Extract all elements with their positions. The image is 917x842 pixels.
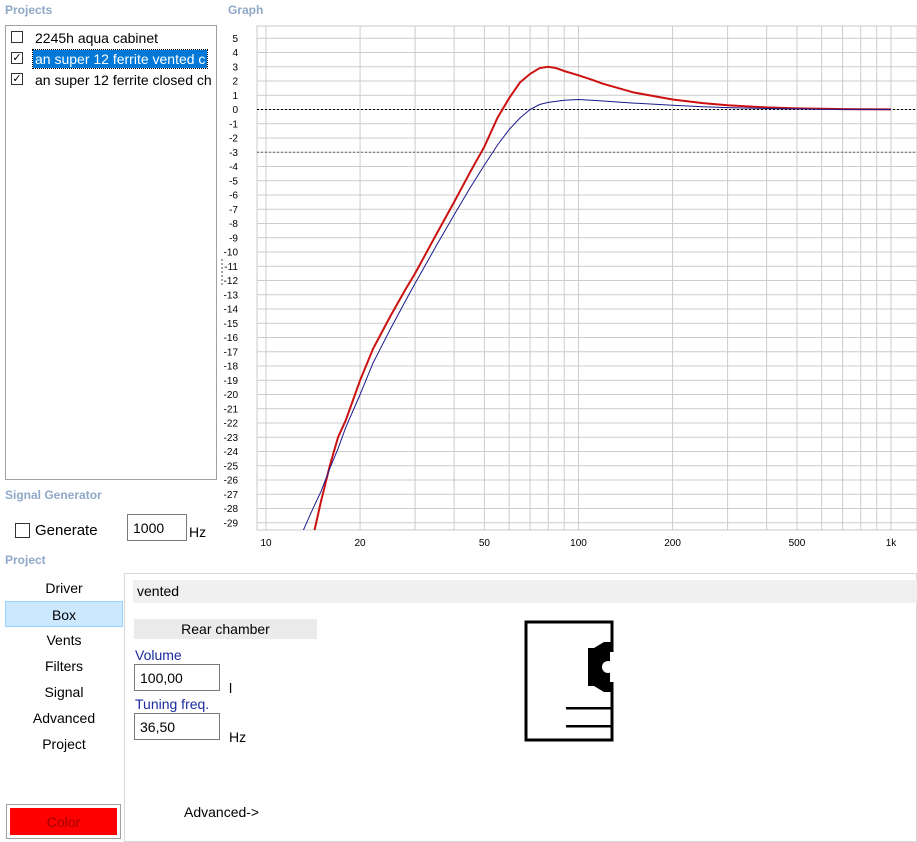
rear-chamber-button[interactable]: Rear chamber — [134, 619, 317, 639]
y-tick-label: -12 — [224, 276, 239, 287]
y-tick-label: -11 — [224, 262, 238, 273]
y-tick-label: -13 — [224, 290, 239, 301]
advanced-link[interactable]: Advanced-> — [184, 804, 259, 820]
tuning-freq-input[interactable] — [134, 713, 220, 740]
y-tick-label: -17 — [224, 347, 239, 358]
y-tick-label: -27 — [224, 490, 239, 501]
y-tick-label: 4 — [232, 48, 238, 59]
y-tick-label: -24 — [224, 447, 239, 458]
y-tick-label: -25 — [224, 461, 239, 472]
project-label: an super 12 ferrite vented c — [31, 49, 209, 69]
y-tick-label: -8 — [229, 219, 238, 230]
box-diagram — [524, 620, 614, 742]
y-tick-label: -5 — [229, 176, 238, 187]
plot-area — [256, 25, 917, 531]
x-tick-label: 200 — [664, 538, 681, 549]
y-tick-label: 3 — [232, 62, 238, 73]
y-tick-label: 1 — [232, 91, 238, 102]
project-nav: Driver Box Vents Filters Signal Advanced Proje… — [5, 575, 123, 757]
project-list-item[interactable]: ✓ an super 12 ferrite closed ch — [6, 70, 218, 90]
y-tick-label: -20 — [224, 390, 239, 401]
project-label: 2245h aqua cabinet — [35, 30, 158, 46]
project-checkbox[interactable]: ✓ — [11, 52, 23, 64]
y-tick-label: 2 — [232, 77, 238, 88]
x-tick-label: 500 — [789, 538, 806, 549]
generator-frequency-input[interactable] — [127, 514, 187, 541]
vent-port-top-wall — [566, 707, 612, 710]
x-tick-label: 1k — [886, 538, 898, 549]
speaker-driver-icon — [588, 642, 614, 692]
x-tick-label: 50 — [479, 538, 491, 549]
generate-checkbox[interactable] — [15, 523, 30, 538]
y-tick-label: -16 — [224, 333, 239, 344]
generate-label: Generate — [35, 522, 98, 539]
y-tick-label: -28 — [224, 504, 239, 515]
project-list-item[interactable]: ✓ an super 12 ferrite vented c — [6, 49, 218, 69]
signal-generator-title: Signal Generator — [5, 488, 102, 502]
nav-item-driver[interactable]: Driver — [5, 575, 123, 601]
y-tick-label: -23 — [224, 433, 239, 444]
y-tick-label: -26 — [224, 476, 239, 487]
box-panel: vented Rear chamber Volume l Tuning freq… — [124, 573, 917, 842]
projects-list[interactable]: 2245h aqua cabinet ✓ an super 12 ferrite v… — [5, 25, 217, 480]
x-tick-label: 10 — [260, 538, 272, 549]
tuning-freq-label: Tuning freq. — [135, 696, 210, 712]
nav-item-project[interactable]: Project — [5, 731, 123, 757]
color-button[interactable]: Color — [6, 804, 121, 839]
nav-item-box[interactable]: Box — [5, 601, 123, 627]
y-tick-label: 5 — [232, 34, 238, 45]
volume-input[interactable] — [134, 664, 220, 691]
y-tick-label: 0 — [232, 105, 238, 116]
x-tick-label: 20 — [355, 538, 367, 549]
nav-item-vents[interactable]: Vents — [5, 627, 123, 653]
nav-item-signal[interactable]: Signal — [5, 679, 123, 705]
color-button-label: Color — [10, 808, 117, 835]
project-checkbox[interactable]: ✓ — [11, 73, 23, 85]
y-tick-label: -4 — [229, 162, 238, 173]
nav-item-advanced[interactable]: Advanced — [5, 705, 123, 731]
x-tick-label: 100 — [570, 538, 587, 549]
project-list-item[interactable]: 2245h aqua cabinet — [6, 28, 218, 48]
y-tick-label: -29 — [224, 518, 239, 529]
generator-frequency-unit: Hz — [189, 524, 207, 540]
frequency-response-chart: 543210-1-2-3-4-5-6-7-8-9-10-11-12-13-14-… — [224, 25, 917, 549]
graph-title: Graph — [228, 3, 264, 17]
project-label: an super 12 ferrite closed ch — [35, 72, 212, 88]
y-tick-label: -1 — [229, 119, 238, 130]
y-tick-label: -7 — [229, 205, 238, 216]
projects-title: Projects — [5, 3, 53, 17]
y-tick-label: -2 — [229, 134, 238, 145]
y-tick-label: -22 — [224, 419, 239, 430]
y-tick-label: -3 — [229, 148, 238, 159]
volume-unit: l — [229, 680, 233, 696]
vent-port-bottom-wall — [566, 725, 612, 728]
y-tick-label: -18 — [224, 362, 239, 373]
y-tick-label: -14 — [224, 305, 239, 316]
project-checkbox[interactable] — [11, 31, 23, 43]
box-type-label: vented — [133, 580, 917, 603]
y-tick-label: -10 — [224, 248, 239, 259]
nav-item-filters[interactable]: Filters — [5, 653, 123, 679]
tuning-freq-unit: Hz — [229, 729, 247, 745]
volume-label: Volume — [135, 647, 182, 663]
y-tick-label: -6 — [229, 191, 238, 202]
y-tick-label: -21 — [224, 404, 239, 415]
y-tick-label: -9 — [229, 233, 238, 244]
y-tick-label: -19 — [224, 376, 239, 387]
y-tick-label: -15 — [224, 319, 239, 330]
project-title: Project — [5, 553, 46, 567]
